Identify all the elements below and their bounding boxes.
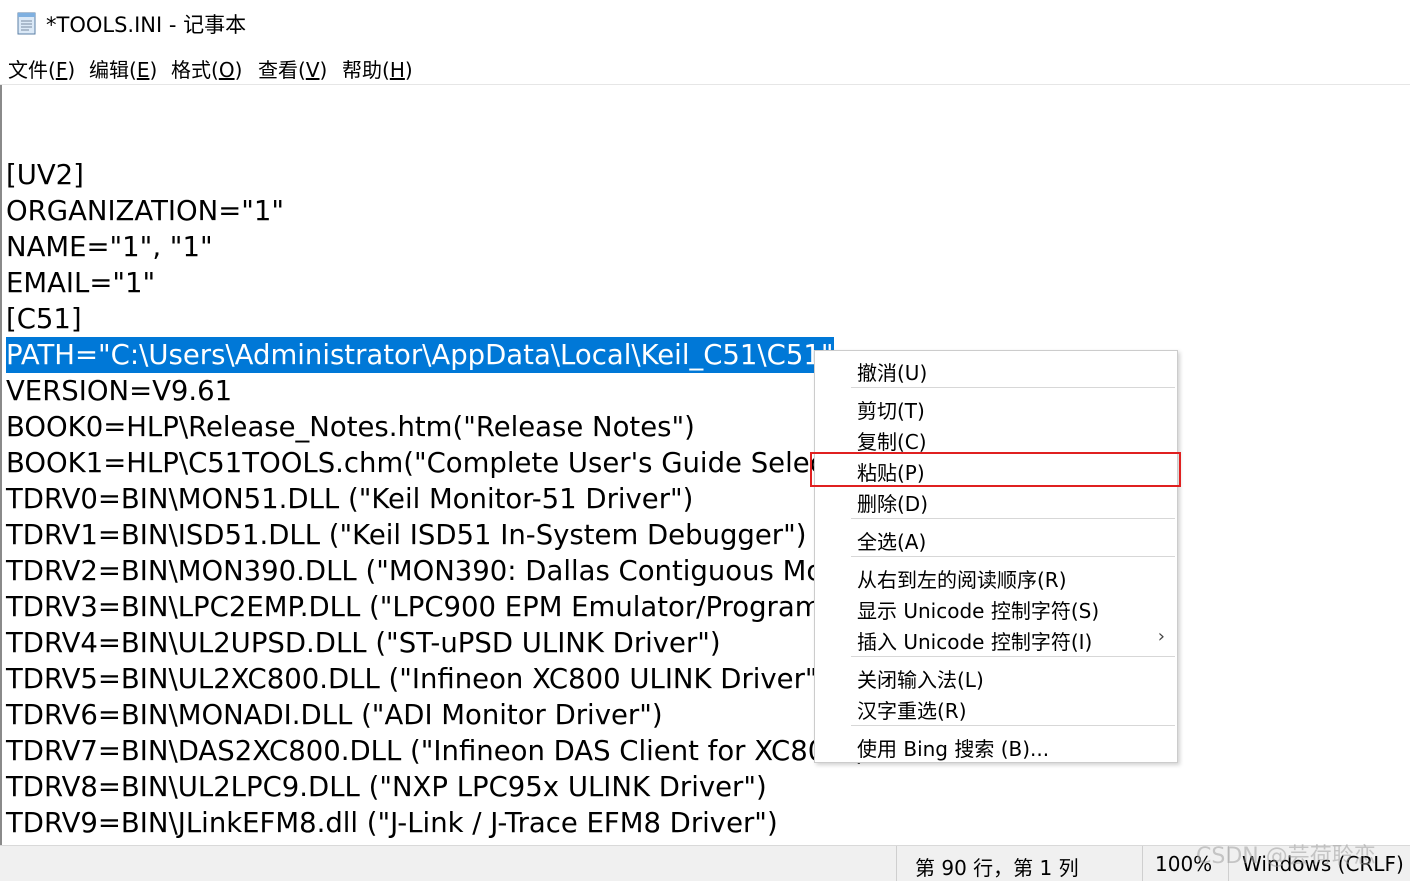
editor-line: TDRV5=BIN\UL2XC800.DLL ("Infineon XC800 … (6, 663, 829, 695)
editor-line: EMAIL="1" (6, 267, 156, 299)
menu-file[interactable]: 文件(F) (8, 54, 75, 83)
menu-item-insert-unicode[interactable]: 插入 Unicode 控制字符(I) › (815, 623, 1177, 654)
editor-line: BOOK1=HLP\C51TOOLS.chm("Complete User's … (6, 447, 836, 479)
menu-view[interactable]: 查看(V) (258, 54, 327, 83)
editor-line: TDRV8=BIN\UL2LPC9.DLL ("NXP LPC95x ULINK… (6, 771, 767, 803)
menu-item-copy[interactable]: 复制(C) (815, 423, 1177, 454)
menu-item-delete[interactable]: 删除(D) (815, 485, 1177, 516)
context-menu: 撤消(U) 剪切(T) 复制(C) 粘贴(P) 删除(D) 全选(A) 从右到左… (814, 350, 1178, 763)
menu-item-bing-search[interactable]: 使用 Bing 搜索 (B)... (815, 730, 1177, 761)
editor-line: [UV2] (6, 159, 84, 191)
paste-highlight-annotation (810, 452, 1181, 487)
editor-line: TDRV6=BIN\MONADI.DLL ("ADI Monitor Drive… (6, 699, 663, 731)
editor-line: TDRV9=BIN\JLinkEFM8.dll ("J-Link / J-Tra… (6, 807, 778, 839)
menu-item-cut[interactable]: 剪切(T) (815, 392, 1177, 423)
menu-item-undo[interactable]: 撤消(U) (815, 354, 1177, 385)
window-title: *TOOLS.INI - 记事本 (46, 13, 247, 37)
editor-line-selected: PATH="C:\Users\Administrator\AppData\Loc… (6, 337, 834, 373)
editor-line: TDRV0=BIN\MON51.DLL ("Keil Monitor-51 Dr… (6, 483, 694, 515)
menu-help[interactable]: 帮助(H) (342, 54, 413, 83)
editor-line: VERSION=V9.61 (6, 375, 233, 407)
editor-line: BOOK0=HLP\Release_Notes.htm("Release Not… (6, 411, 695, 443)
status-separator (896, 846, 897, 881)
editor-line: [C51] (6, 303, 82, 335)
menu-separator (851, 656, 1175, 657)
menu-item-reconversion[interactable]: 汉字重选(R) (815, 692, 1177, 723)
menu-bar: 文件(F) 编辑(E) 格式(O) 查看(V) 帮助(H) (0, 50, 1410, 85)
menu-separator (851, 387, 1175, 388)
title-bar[interactable]: *TOOLS.INI - 记事本 (0, 0, 1410, 48)
notepad-icon (17, 12, 36, 35)
menu-item-rtl-reading[interactable]: 从右到左的阅读顺序(R) (815, 561, 1177, 592)
menu-separator (851, 725, 1175, 726)
editor-line: TDRV7=BIN\DAS2XC800.DLL ("Infineon DAS C… (6, 735, 867, 767)
status-separator (1142, 846, 1143, 881)
menu-item-close-ime[interactable]: 关闭输入法(L) (815, 661, 1177, 692)
editor-line: TDRV1=BIN\ISD51.DLL ("Keil ISD51 In-Syst… (6, 519, 807, 551)
menu-separator (851, 518, 1175, 519)
editor-line: ORGANIZATION="1" (6, 195, 285, 227)
editor-line: TDRV3=BIN\LPC2EMP.DLL ("LPC900 EPM Emula… (6, 591, 849, 623)
editor-line: TDRV4=BIN\UL2UPSD.DLL ("ST-uPSD ULINK Dr… (6, 627, 721, 659)
menu-item-select-all[interactable]: 全选(A) (815, 523, 1177, 554)
menu-format[interactable]: 格式(O) (171, 54, 242, 83)
text-editor-area[interactable]: [UV2] ORGANIZATION="1" NAME="1", "1" EMA… (2, 85, 1410, 845)
notepad-window: *TOOLS.INI - 记事本 文件(F) 编辑(E) 格式(O) 查看(V)… (0, 0, 1410, 881)
menu-item-show-unicode[interactable]: 显示 Unicode 控制字符(S) (815, 592, 1177, 623)
menu-separator (851, 556, 1175, 557)
editor-line: NAME="1", "1" (6, 231, 213, 263)
menu-edit[interactable]: 编辑(E) (89, 54, 157, 83)
watermark: CSDN @芸荷聆恋 (1196, 844, 1376, 869)
chevron-right-icon: › (1157, 626, 1165, 647)
cursor-position: 第 90 行，第 1 列 (915, 856, 1079, 880)
editor-line: TDRV2=BIN\MON390.DLL ("MON390: Dallas Co… (6, 555, 824, 587)
